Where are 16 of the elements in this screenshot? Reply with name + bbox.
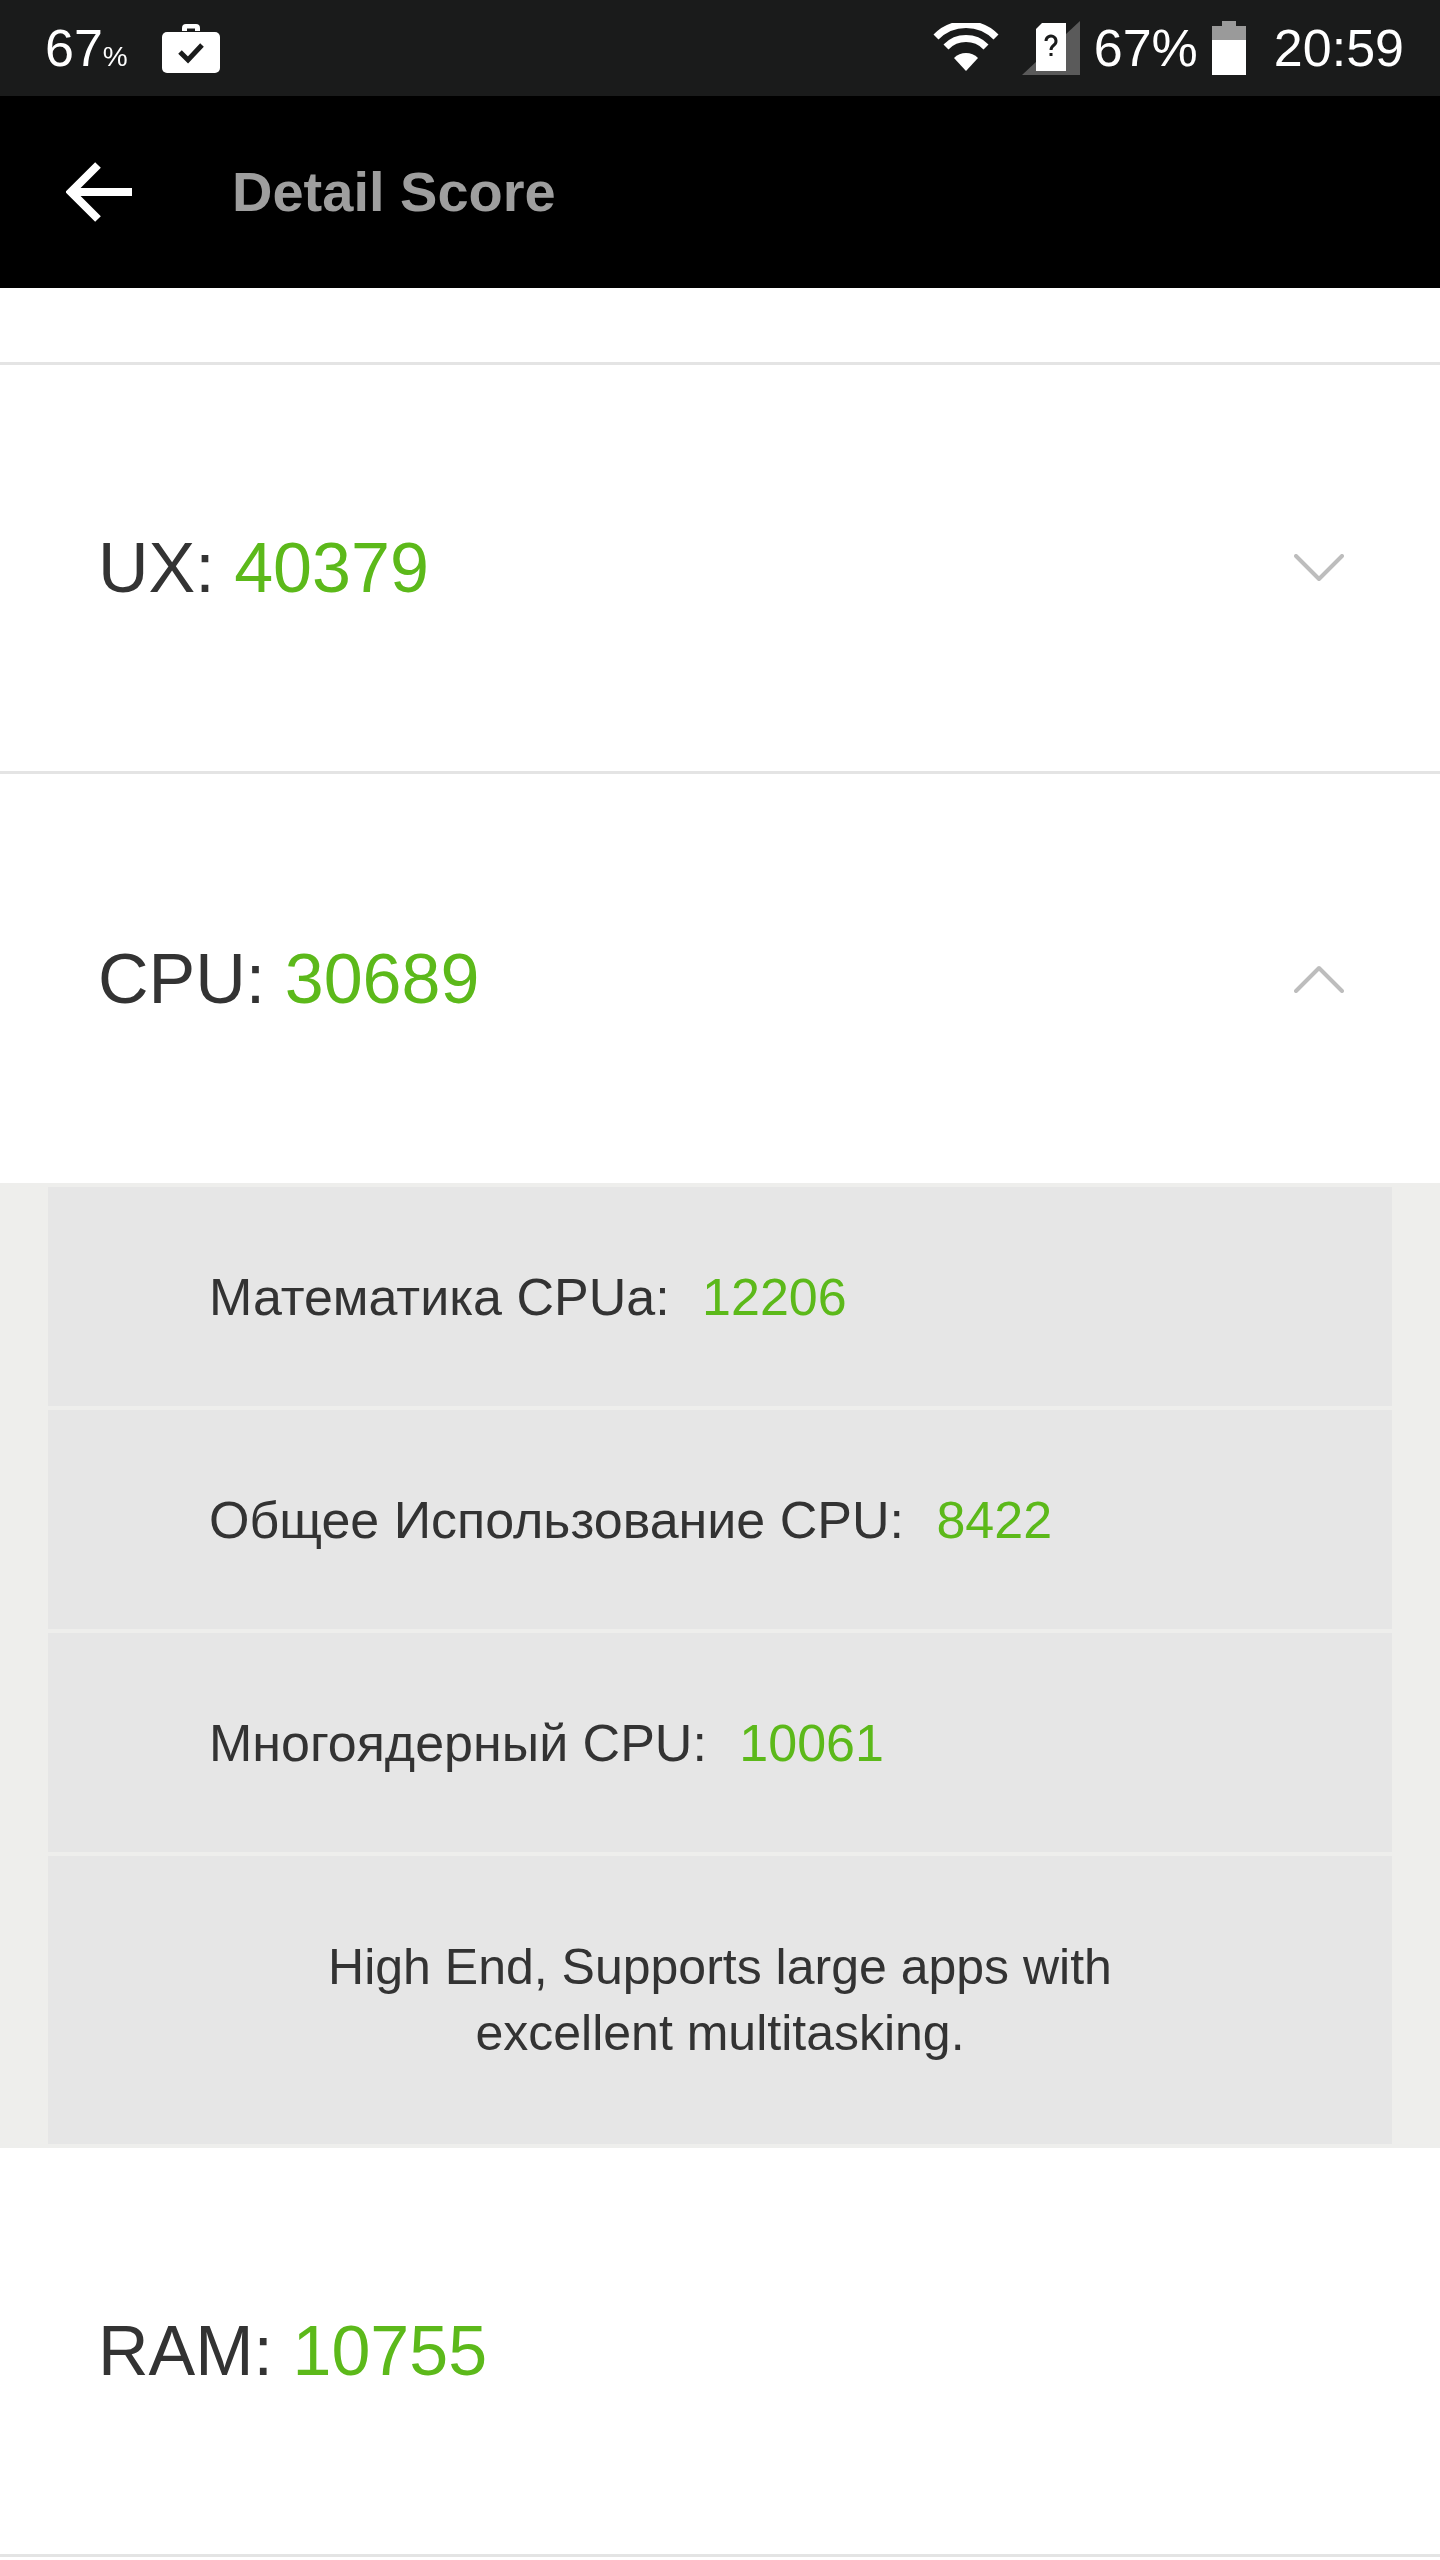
screen-title: Detail Score [232, 164, 556, 220]
battery-icon [1211, 21, 1246, 75]
back-arrow-icon[interactable] [66, 161, 134, 223]
percent-indicator: 67% [45, 22, 128, 74]
chevron-down-icon[interactable] [1294, 554, 1344, 582]
detail-score: Математика CPUa: 12206 [209, 1270, 847, 1323]
chevron-up-icon[interactable] [1294, 964, 1344, 993]
battery-percent: 67% [1093, 22, 1198, 74]
wifi-icon [931, 23, 1000, 73]
category-score: UX: 40379 [98, 533, 429, 603]
clock-time: 20:59 [1273, 22, 1404, 74]
briefcase-check-icon [161, 23, 220, 73]
sim-card-question-icon [1021, 21, 1080, 75]
category-score: RAM: 10755 [98, 2316, 488, 2386]
summary-text: High End, Supports large apps with excellent multitasking. [327, 1938, 1113, 2063]
category-score: CPU: 30689 [98, 943, 480, 1014]
